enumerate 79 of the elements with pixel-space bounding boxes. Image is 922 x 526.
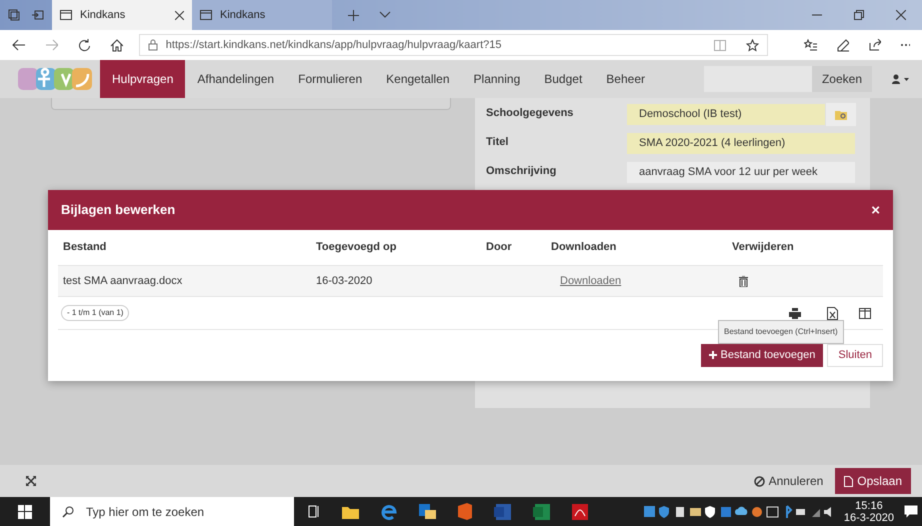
search-placeholder: Typ hier om te zoeken <box>86 504 204 520</box>
trash-icon[interactable] <box>739 276 748 286</box>
taskbar-search-field[interactable]: Typ hier om te zoeken <box>50 497 294 526</box>
column-header: Downloaden <box>550 240 618 256</box>
column-header: Door <box>485 240 513 256</box>
address-bar[interactable]: https://start.kindkans.net/kindkans/app/hulpvraag/hulpvraag/kaart?15 <box>138 34 768 56</box>
browser-tab[interactable]: Kindkans <box>52 0 192 30</box>
pager-label: - 1 t/m 1 (van 1) <box>61 305 130 321</box>
tooltip: Bestand toevoegen (Ctrl+Insert) <box>718 320 844 344</box>
back-icon[interactable] <box>12 39 25 51</box>
field-label: Schoolgegevens <box>486 106 574 121</box>
notification-icon[interactable] <box>904 505 918 518</box>
browser-tab[interactable]: Kindkans <box>192 0 332 30</box>
windows-start-icon[interactable] <box>18 504 32 518</box>
mail-app-icon[interactable] <box>419 503 436 520</box>
nav-tab[interactable]: Planning <box>462 60 532 98</box>
field-label: Omschrijving <box>486 164 558 179</box>
tab-title: Kindkans <box>220 8 266 23</box>
close-icon[interactable] <box>896 10 906 20</box>
nav-tab[interactable]: Budget <box>532 60 594 98</box>
task-view-icon[interactable] <box>308 505 320 518</box>
save-button[interactable]: Opslaan <box>835 468 911 494</box>
favorites-icon[interactable] <box>804 39 817 51</box>
url-text: https://start.kindkans.net/kindkans/app/hulpvraag/hulpvraag/kaart?15 <box>166 38 502 53</box>
tab-title: Kindkans <box>80 8 126 23</box>
tabs-aside-icon[interactable] <box>8 9 20 21</box>
new-tab-icon[interactable] <box>348 10 359 20</box>
excel-export-icon[interactable] <box>827 306 838 320</box>
nav-tab[interactable]: Hulpvragen <box>100 60 186 98</box>
table-cell-text: 16-03-2020 <box>315 274 374 289</box>
text-field[interactable]: aanvraag SMA voor 12 uur per week <box>626 161 856 184</box>
search-button[interactable]: Zoeken <box>812 66 872 92</box>
logo-icon <box>18 66 94 92</box>
cancel-button[interactable]: Annuleren <box>754 472 824 490</box>
close-tab-icon[interactable] <box>175 10 184 20</box>
close-button[interactable]: × <box>871 202 880 218</box>
lock-icon <box>148 39 158 51</box>
clock-time: 15:16 <box>855 500 883 512</box>
page-icon <box>60 10 72 20</box>
add-file-button[interactable]: Bestand toevoegen <box>700 344 824 366</box>
text-field[interactable]: SMA 2020-2021 (4 leerlingen) <box>626 132 856 155</box>
column-header: Bestand <box>62 240 108 256</box>
nav-tab[interactable]: Formulieren <box>286 60 374 98</box>
expand-icon[interactable] <box>26 476 36 486</box>
refresh-icon[interactable] <box>78 38 90 52</box>
folder-icon[interactable] <box>342 504 359 518</box>
close-dialog-button[interactable]: Sluiten <box>827 344 883 366</box>
nav-tab[interactable]: Kengetallen <box>374 60 462 98</box>
browser-e-icon[interactable] <box>381 504 397 520</box>
word-app-icon[interactable] <box>494 504 511 520</box>
excel-app-icon[interactable] <box>533 504 550 520</box>
clock-date: 16-3-2020 <box>844 512 894 524</box>
page-icon <box>200 10 212 20</box>
lookup-icon[interactable] <box>835 110 847 120</box>
columns-icon[interactable] <box>859 308 871 318</box>
star-icon[interactable] <box>746 38 759 52</box>
field-label: Titel <box>486 135 510 150</box>
home-icon[interactable] <box>110 38 123 52</box>
pen-icon[interactable] <box>836 38 849 52</box>
pdf-app-icon[interactable] <box>572 504 588 520</box>
user-icon[interactable] <box>892 74 910 84</box>
dialog-title: Bijlagen bewerken <box>61 201 176 220</box>
table-cell-text: test SMA aanvraag.docx <box>62 274 184 289</box>
share-icon[interactable] <box>868 39 881 51</box>
text-field[interactable]: Demoschool (IB test) <box>626 103 826 126</box>
office-app-icon[interactable] <box>458 503 472 520</box>
restore-icon[interactable] <box>854 10 864 20</box>
document-icon <box>844 476 854 486</box>
nav-tab[interactable]: Beheer <box>594 60 657 98</box>
cancel-icon <box>754 476 765 486</box>
tab-restore-icon[interactable] <box>32 9 44 21</box>
chevron-down-icon[interactable] <box>379 11 391 19</box>
nav-tab[interactable]: Afhandelingen <box>185 60 286 98</box>
download-link[interactable]: Downloaden <box>560 274 622 287</box>
plus-icon <box>708 351 717 359</box>
column-header: Toegevoegd op <box>315 240 398 256</box>
search-icon <box>62 506 74 518</box>
column-header: Verwijderen <box>731 240 795 256</box>
print-icon[interactable] <box>789 308 801 318</box>
